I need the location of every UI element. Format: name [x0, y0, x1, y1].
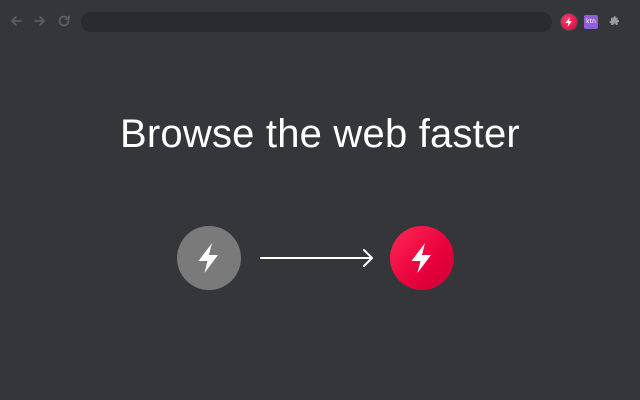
after-bolt-badge — [390, 226, 454, 290]
browser-toolbar: ktn — [0, 0, 640, 42]
address-bar[interactable] — [81, 12, 552, 32]
back-arrow-icon[interactable] — [8, 13, 24, 29]
before-bolt-badge — [177, 226, 241, 290]
lightning-bolt-extension-button[interactable] — [560, 13, 578, 31]
lightning-bolt-icon — [411, 243, 431, 273]
right-arrow-icon — [260, 249, 373, 267]
page-title: Browse the web faster — [120, 112, 520, 156]
lightning-bolt-icon — [565, 17, 572, 27]
purple-extension-button[interactable]: ktn — [584, 15, 598, 29]
lightning-bolt-icon — [198, 243, 218, 273]
puzzle-piece-icon[interactable] — [604, 13, 622, 31]
purple-extension-label: ktn — [586, 18, 596, 25]
reload-icon[interactable] — [56, 13, 72, 29]
forward-arrow-icon[interactable] — [32, 13, 48, 29]
